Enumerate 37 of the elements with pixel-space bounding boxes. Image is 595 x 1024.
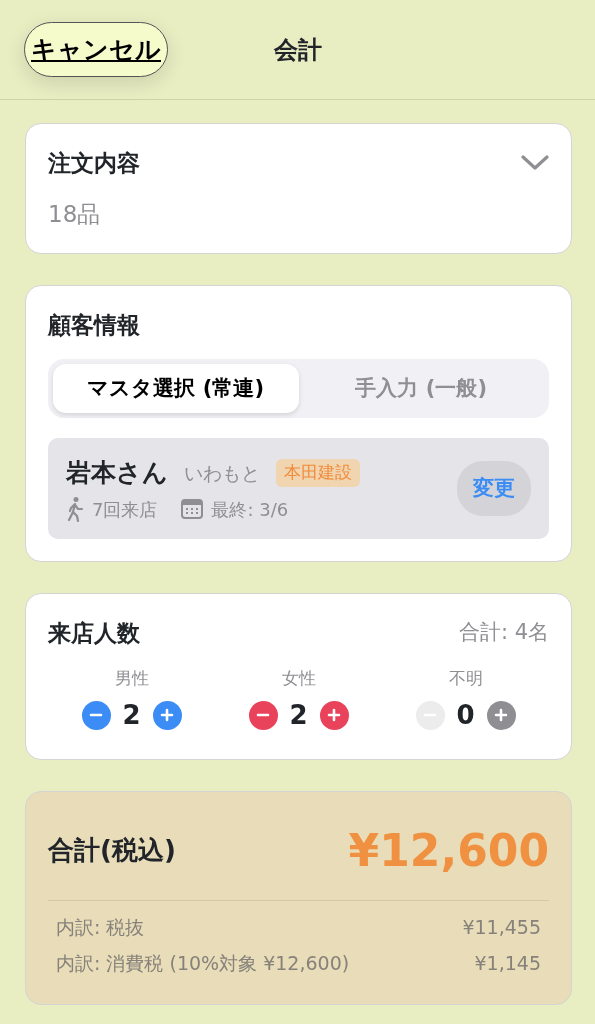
plus-button[interactable] <box>486 700 516 730</box>
plus-button[interactable] <box>152 700 182 730</box>
counter-value: 0 <box>455 698 476 732</box>
counter-label: 女性 <box>281 667 316 690</box>
calendar-icon <box>181 499 204 519</box>
item-count: 18品 <box>48 199 102 229</box>
section-title: 注文内容 <box>48 149 140 178</box>
section-title: 顧客情報 <box>48 311 141 340</box>
total-amount: ¥12,600 <box>348 823 549 878</box>
name-reading: いわもと <box>184 460 260 486</box>
breakdown-value: ¥1,145 <box>474 951 541 976</box>
visit-count: 7回来店 <box>92 497 158 522</box>
minus-button[interactable] <box>81 700 111 730</box>
breakdown-label: 内訳: 消費税 (10%対象 ¥12,600) <box>56 951 350 976</box>
chevron-down-icon[interactable] <box>521 155 549 172</box>
minus-button[interactable] <box>248 700 278 730</box>
walking-person-icon <box>66 496 84 522</box>
counter-label: 不明 <box>448 667 483 690</box>
counter-value: 2 <box>288 698 309 732</box>
screen-title: 会計 <box>273 34 322 66</box>
plus-icon <box>494 708 508 722</box>
customer-name: 岩本さん <box>66 457 168 489</box>
counter-value: 2 <box>121 698 142 732</box>
counter-label: 男性 <box>114 667 149 690</box>
section-title: 来店人数 <box>48 618 140 648</box>
segment-tab[interactable]: マスタ選択 (常連) <box>53 363 299 413</box>
cancel-button[interactable]: キャンセル <box>24 21 168 78</box>
last-visit: 最終: 3/6 <box>211 497 289 522</box>
order-card[interactable]: 注文内容 18品 <box>25 123 572 254</box>
total-visitors: 合計: 4名 <box>458 619 549 646</box>
breakdown-value: ¥11,455 <box>462 914 541 940</box>
plus-icon <box>327 708 341 722</box>
total-label: 合計(税込) <box>48 834 176 867</box>
plus-button[interactable] <box>319 700 349 730</box>
breakdown-label: 内訳: 税抜 <box>56 914 145 940</box>
company-tag: 本田建設 <box>276 459 360 487</box>
plus-icon <box>160 708 174 722</box>
